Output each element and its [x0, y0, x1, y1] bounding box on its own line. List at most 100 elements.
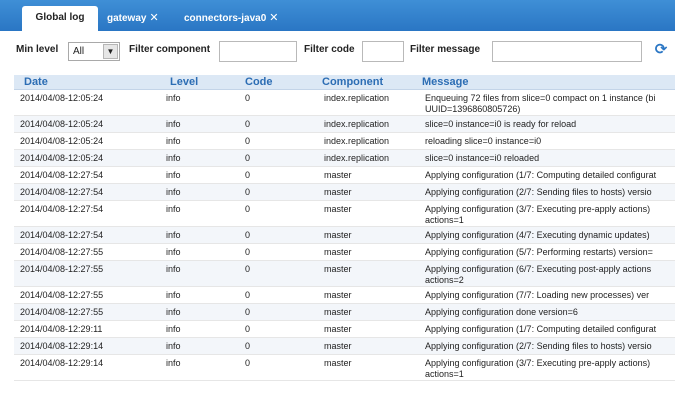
date-cell: 2014/04/08-12:27:55: [20, 247, 104, 257]
code-cell: 0: [245, 170, 251, 180]
table-row[interactable]: 2014/04/08-12:27:55 info 0 master Applying c…: [14, 261, 675, 287]
message-cell: Applying configuration (5/7: Performing …: [425, 247, 653, 257]
table-row[interactable]: 2014/04/08-12:29:14 info 0 master Applying c…: [14, 355, 675, 381]
message-cell: Applying configuration done version=6: [425, 307, 578, 317]
level-cell: info: [166, 136, 181, 146]
tab-label: gateway: [107, 13, 147, 24]
column-header-level[interactable]: Level: [170, 76, 198, 88]
filter-bar: Min level All ▼ Filter component Filter …: [0, 31, 675, 71]
level-cell: info: [166, 153, 181, 163]
date-cell: 2014/04/08-12:29:11: [20, 324, 103, 334]
code-cell: 0: [245, 358, 251, 368]
date-cell: 2014/04/08-12:05:24: [20, 136, 104, 146]
message-cell: Applying configuration (6/7: Executing p…: [425, 264, 652, 285]
component-cell: master: [324, 204, 352, 214]
date-cell: 2014/04/08-12:27:55: [20, 307, 104, 317]
level-cell: info: [166, 187, 181, 197]
filter-component-input[interactable]: [219, 41, 297, 62]
min-level-select[interactable]: All ▼: [68, 42, 120, 61]
min-level-value: All: [73, 46, 85, 57]
code-cell: 0: [245, 153, 251, 163]
code-cell: 0: [245, 307, 251, 317]
component-cell: master: [324, 324, 352, 334]
level-cell: info: [166, 247, 181, 257]
code-cell: 0: [245, 341, 251, 351]
level-cell: info: [166, 341, 181, 351]
level-cell: info: [166, 119, 181, 129]
level-cell: info: [166, 230, 181, 240]
component-cell: index.replication: [324, 153, 390, 163]
column-header-component[interactable]: Component: [322, 76, 383, 88]
level-cell: info: [166, 290, 181, 300]
table-row[interactable]: 2014/04/08-12:05:24 info 0 index.replicatio…: [14, 116, 675, 133]
filter-component-label: Filter component: [129, 44, 211, 55]
date-cell: 2014/04/08-12:05:24: [20, 119, 104, 129]
close-icon[interactable]: ✕: [269, 12, 278, 24]
refresh-icon[interactable]: ⟳: [653, 42, 669, 58]
date-cell: 2014/04/08-12:27:54: [20, 230, 104, 240]
table-row[interactable]: 2014/04/08-12:05:24 info 0 index.replicatio…: [14, 90, 675, 116]
table-row[interactable]: 2014/04/08-12:27:55 info 0 master Applying c…: [14, 244, 675, 261]
level-cell: info: [166, 324, 181, 334]
table-header: Date Level Code Component Message: [14, 75, 675, 90]
date-cell: 2014/04/08-12:27:55: [20, 290, 104, 300]
message-cell: Enqueuing 72 files from slice=0 compact …: [425, 93, 656, 114]
column-header-date[interactable]: Date: [24, 76, 48, 88]
level-cell: info: [166, 204, 181, 214]
level-cell: info: [166, 358, 181, 368]
table-row[interactable]: 2014/04/08-12:27:54 info 0 master Applying c…: [14, 167, 675, 184]
message-cell: Applying configuration (4/7: Executing d…: [425, 230, 650, 240]
tab-label: Global log: [35, 12, 85, 23]
column-header-message[interactable]: Message: [422, 76, 468, 88]
column-header-code[interactable]: Code: [245, 76, 273, 88]
message-cell: Applying configuration (3/7: Executing p…: [425, 204, 651, 225]
level-cell: info: [166, 264, 181, 274]
tab-connectors-java0[interactable]: connectors-java0 ✕: [184, 6, 278, 31]
table-row[interactable]: 2014/04/08-12:27:54 info 0 master Applying c…: [14, 184, 675, 201]
date-cell: 2014/04/08-12:29:14: [20, 358, 104, 368]
component-cell: master: [324, 264, 352, 274]
table-row[interactable]: 2014/04/08-12:05:24 info 0 index.replicatio…: [14, 150, 675, 167]
filter-code-input[interactable]: [362, 41, 404, 62]
component-cell: index.replication: [324, 119, 390, 129]
code-cell: 0: [245, 290, 251, 300]
chevron-down-icon[interactable]: ▼: [103, 44, 118, 59]
table-row[interactable]: 2014/04/08-12:29:11 info 0 master Applying c…: [14, 321, 675, 338]
min-level-label: Min level: [16, 44, 59, 55]
message-cell: Applying configuration (2/7: Sending fil…: [425, 187, 652, 197]
component-cell: index.replication: [324, 93, 390, 103]
level-cell: info: [166, 307, 181, 317]
tab-bar: Global log gateway ✕ connectors-java0 ✕: [0, 0, 675, 31]
code-cell: 0: [245, 119, 251, 129]
component-cell: master: [324, 307, 352, 317]
code-cell: 0: [245, 136, 251, 146]
date-cell: 2014/04/08-12:27:54: [20, 170, 104, 180]
code-cell: 0: [245, 324, 251, 334]
component-cell: master: [324, 290, 352, 300]
component-cell: master: [324, 247, 352, 257]
table-row[interactable]: 2014/04/08-12:27:55 info 0 master Applying c…: [14, 304, 675, 321]
close-icon[interactable]: ✕: [149, 12, 158, 24]
table-row[interactable]: 2014/04/08-12:05:24 info 0 index.replicatio…: [14, 133, 675, 150]
date-cell: 2014/04/08-12:05:24: [20, 153, 104, 163]
level-cell: info: [166, 170, 181, 180]
filter-message-input[interactable]: [492, 41, 642, 62]
date-cell: 2014/04/08-12:27:54: [20, 204, 104, 214]
tab-gateway[interactable]: gateway ✕: [107, 6, 159, 31]
message-cell: Applying configuration (1/7: Computing d…: [425, 324, 657, 334]
message-cell: Applying configuration (1/7: Computing d…: [425, 170, 657, 180]
filter-code-label: Filter code: [304, 44, 355, 55]
table-row[interactable]: 2014/04/08-12:27:55 info 0 master Applying c…: [14, 287, 675, 304]
filter-message-label: Filter message: [410, 44, 481, 55]
table-row[interactable]: 2014/04/08-12:27:54 info 0 master Applying c…: [14, 227, 675, 244]
message-cell: Applying configuration (7/7: Loading new…: [425, 290, 650, 300]
component-cell: master: [324, 341, 352, 351]
table-row[interactable]: 2014/04/08-12:29:14 info 0 master Applying c…: [14, 338, 675, 355]
component-cell: master: [324, 187, 352, 197]
component-cell: master: [324, 358, 352, 368]
component-cell: index.replication: [324, 136, 390, 146]
component-cell: master: [324, 230, 352, 240]
table-row[interactable]: 2014/04/08-12:27:54 info 0 master Applying c…: [14, 201, 675, 227]
date-cell: 2014/04/08-12:27:55: [20, 264, 104, 274]
tab-global-log[interactable]: Global log: [22, 6, 98, 31]
